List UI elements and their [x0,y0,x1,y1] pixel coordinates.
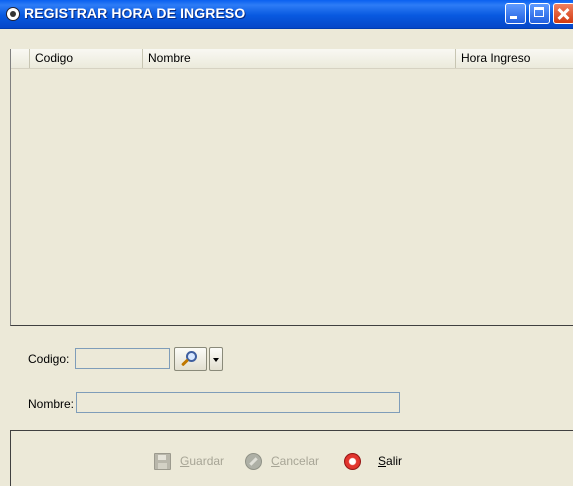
floppy-disk-icon [154,452,171,470]
column-header-codigo[interactable]: Codigo [29,49,142,68]
cancelar-button[interactable]: Cancelar [245,452,319,470]
search-button[interactable] [174,347,207,371]
minimize-button[interactable] [505,3,526,24]
app-icon[interactable] [6,7,20,21]
cancel-icon [245,452,262,470]
ingreso-list-view[interactable]: Codigo Nombre Hora Ingreso [10,49,573,326]
codigo-field[interactable] [75,348,170,369]
window-title: REGISTRAR HORA DE INGRESO [24,5,246,21]
nombre-label: Nombre: [28,397,75,411]
title-bar[interactable]: REGISTRAR HORA DE INGRESO [0,0,573,29]
list-header: Codigo Nombre Hora Ingreso [11,49,573,69]
close-button[interactable] [553,3,573,24]
column-header-hora-ingreso[interactable]: Hora Ingreso [455,49,573,68]
exit-icon [344,452,361,470]
salir-button[interactable]: Salir [344,452,402,470]
maximize-button[interactable] [529,3,550,24]
search-dropdown-button[interactable] [209,347,223,371]
codigo-label: Codigo: [28,352,70,366]
nombre-field[interactable] [76,392,400,413]
guardar-button[interactable]: Guardar [154,452,224,470]
column-header-nombre[interactable]: Nombre [142,49,455,68]
